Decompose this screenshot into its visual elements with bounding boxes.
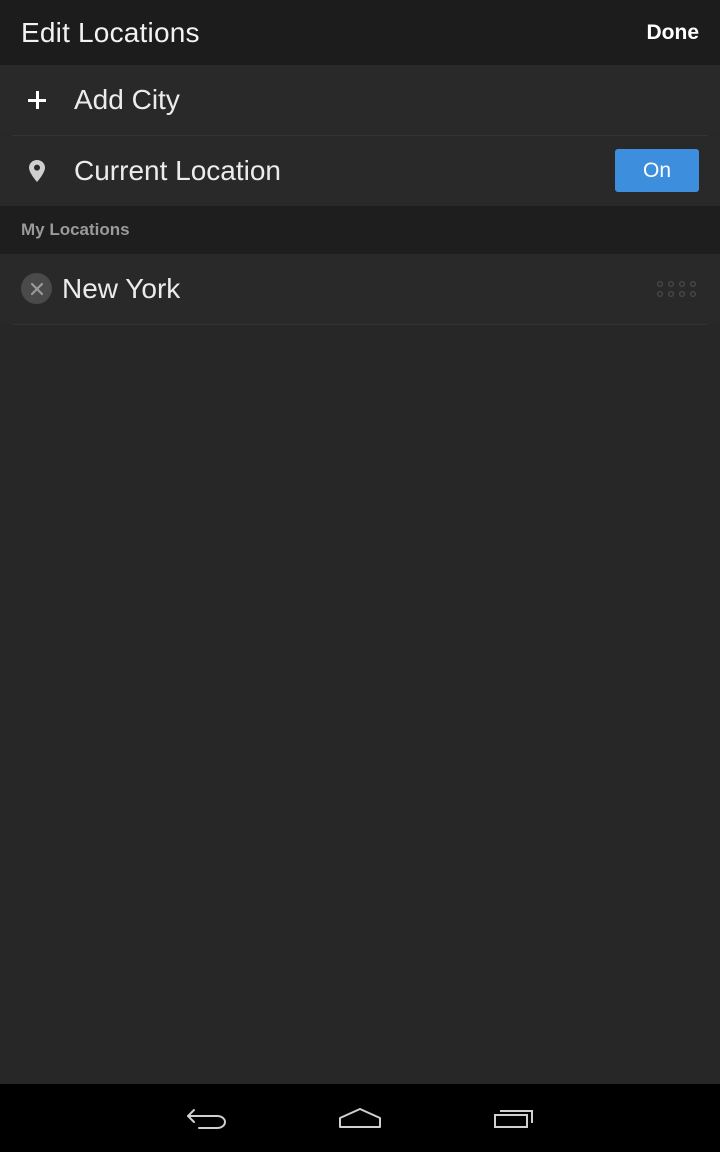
action-bar: Edit Locations Done — [0, 0, 720, 65]
location-pin-icon — [0, 160, 74, 182]
done-button[interactable]: Done — [647, 21, 700, 45]
system-nav-bar — [0, 1084, 720, 1152]
edit-locations-screen: Edit Locations Done Add City Current Loc… — [0, 0, 720, 1152]
add-city-row[interactable]: Add City — [0, 65, 720, 135]
my-locations-header: My Locations — [0, 206, 720, 254]
add-city-label: Add City — [74, 84, 180, 115]
remove-city-icon[interactable] — [21, 273, 52, 304]
list-item[interactable]: New York — [0, 254, 720, 324]
page-title: Edit Locations — [21, 16, 200, 48]
back-icon[interactable] — [177, 1098, 237, 1138]
city-name: New York — [62, 273, 181, 304]
plus-icon — [0, 91, 74, 109]
current-location-toggle[interactable]: On — [615, 149, 699, 192]
home-icon[interactable] — [330, 1098, 390, 1138]
divider — [12, 324, 708, 325]
drag-handle-icon[interactable] — [656, 280, 698, 298]
current-location-row: Current Location On — [0, 136, 720, 206]
recent-apps-icon[interactable] — [484, 1098, 544, 1138]
current-location-label: Current Location — [74, 155, 282, 186]
